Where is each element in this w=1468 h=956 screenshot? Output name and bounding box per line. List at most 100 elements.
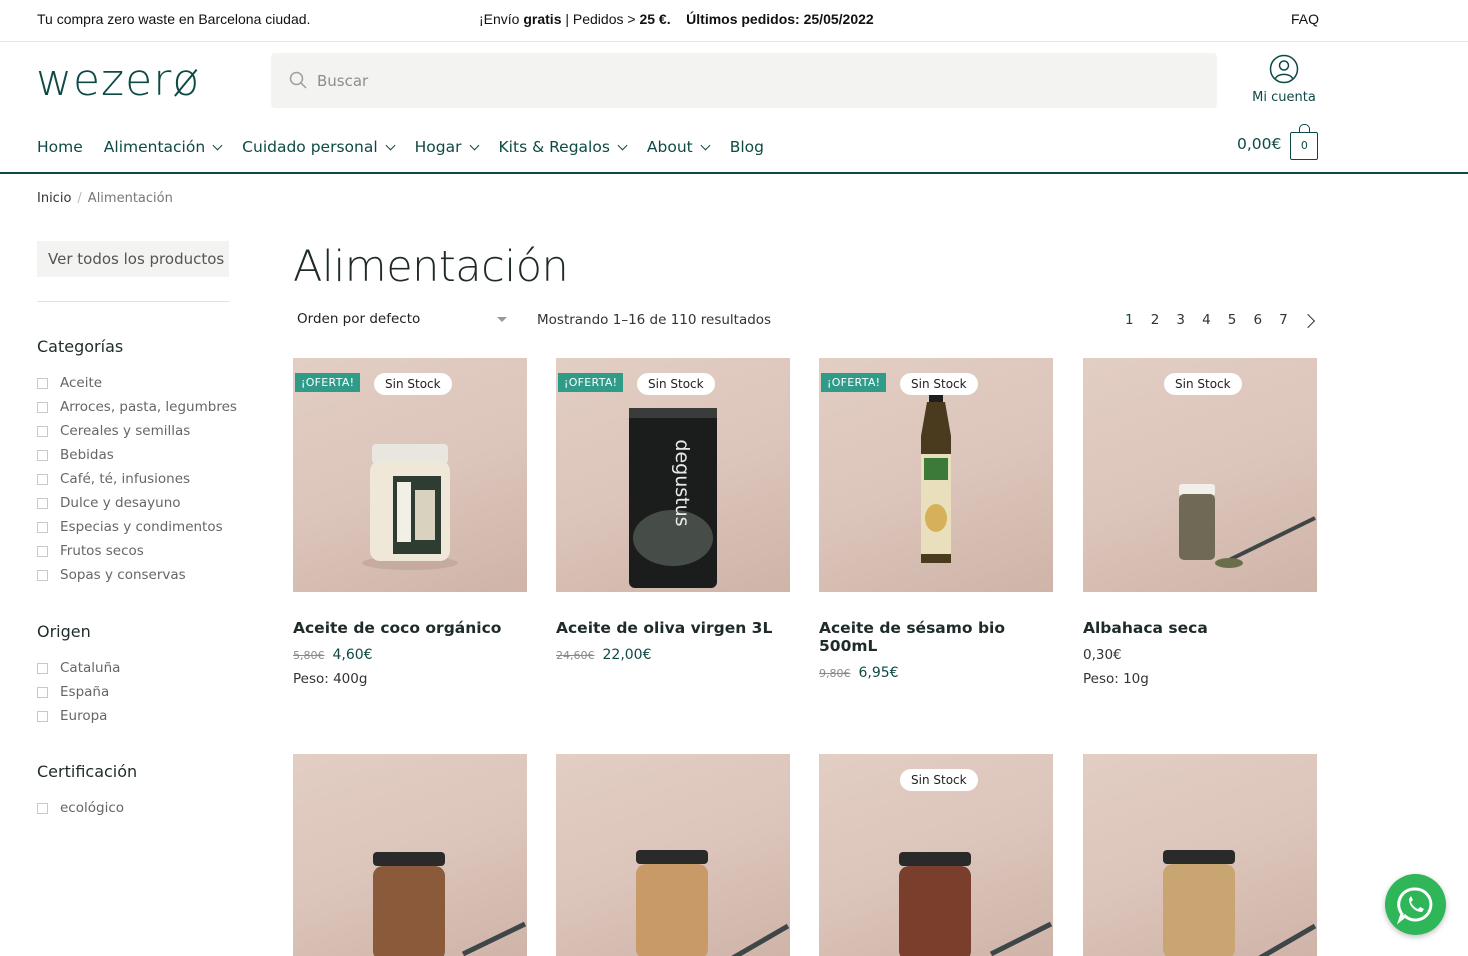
results-count: Mostrando 1–16 de 110 resultados	[537, 312, 772, 328]
product-card[interactable]	[293, 754, 527, 956]
nav-item-kits-regalos[interactable]: Kits & Regalos	[499, 136, 628, 158]
user-circle-icon	[1269, 54, 1299, 84]
page-link-6[interactable]: 6	[1249, 312, 1275, 328]
page-link-2[interactable]: 2	[1147, 312, 1173, 328]
product-image-nuts[interactable]: Sin Stock	[819, 754, 1053, 956]
orderby-select[interactable]: Orden por defecto	[293, 311, 513, 331]
product-card[interactable]: ¡OFERTA! Sin Stock Aceite de sésamo bio …	[819, 358, 1053, 681]
filter-item[interactable]: Cataluña	[37, 656, 120, 680]
sale-price: 6,95€	[858, 665, 899, 681]
product-price: 5,80€ 4,60€	[293, 647, 527, 663]
logo[interactable]: wezerø	[36, 56, 200, 106]
nav-item-cuidado-personal[interactable]: Cuidado personal	[242, 136, 396, 158]
product-name[interactable]: Aceite de oliva virgen 3L	[556, 619, 790, 637]
product-name[interactable]: Aceite de coco orgánico	[293, 619, 527, 637]
search-bar[interactable]	[271, 53, 1217, 108]
checkbox[interactable]	[37, 497, 48, 509]
certification-title: Certificación	[37, 762, 138, 781]
sidebar-divider	[37, 301, 229, 302]
checkbox[interactable]	[37, 662, 48, 674]
filter-item[interactable]: Café, té, infusiones	[37, 467, 237, 491]
product-image-coconut-oil[interactable]: ¡OFERTA! Sin Stock	[293, 358, 527, 592]
nav-item-home[interactable]: Home	[37, 136, 83, 158]
account-link[interactable]: Mi cuenta	[1248, 54, 1320, 105]
checkbox[interactable]	[37, 569, 48, 581]
checkbox[interactable]	[37, 802, 48, 814]
filter-item[interactable]: Sopas y conservas	[37, 563, 237, 587]
stock-badge: Sin Stock	[900, 769, 978, 791]
product-image-basil[interactable]: Sin Stock	[1083, 358, 1317, 592]
page-link-1[interactable]: 1	[1121, 312, 1147, 328]
tin-brand-text: degustus	[671, 439, 693, 526]
product-card[interactable]: ¡OFERTA! Sin Stock Aceite de coco orgáni…	[293, 358, 527, 687]
product-name[interactable]: Aceite de sésamo bio 500mL	[819, 619, 1053, 655]
shipping-info: ¡Envío gratis | Pedidos > 25 €. Últimos …	[479, 11, 874, 27]
filter-item[interactable]: Aceite	[37, 371, 237, 395]
all-products-button[interactable]: Ver todos los productos	[37, 241, 229, 277]
filter-item[interactable]: Cereales y semillas	[37, 419, 237, 443]
product-image-nuts[interactable]	[293, 754, 527, 956]
origin-title: Origen	[37, 622, 91, 641]
page-link-7[interactable]: 7	[1275, 312, 1301, 328]
cart-link[interactable]: 0,00€ 0	[1237, 124, 1319, 160]
page-link-3[interactable]: 3	[1172, 312, 1198, 328]
stock-badge: Sin Stock	[374, 373, 452, 395]
checkbox[interactable]	[37, 425, 48, 437]
sale-price: 4,60€	[332, 647, 373, 663]
breadcrumb: Inicio / Alimentación	[37, 191, 173, 206]
nav-item-hogar[interactable]: Hogar	[415, 136, 479, 158]
search-input[interactable]	[317, 53, 1197, 108]
checkbox[interactable]	[37, 710, 48, 722]
top-bar: Tu compra zero waste en Barcelona ciudad…	[0, 0, 1468, 42]
product-card[interactable]: Sin Stock Albahaca seca 0,30€ Peso: 10g	[1083, 358, 1317, 687]
nav-item-alimentacion[interactable]: Alimentación	[104, 136, 223, 158]
faq-link[interactable]: FAQ	[1291, 11, 1319, 27]
checkbox[interactable]	[37, 521, 48, 533]
checkbox[interactable]	[37, 545, 48, 557]
product-image-nuts[interactable]	[1083, 754, 1317, 956]
certification-filter-list: ecológico	[37, 796, 124, 820]
page-link-5[interactable]: 5	[1224, 312, 1250, 328]
filter-item[interactable]: Europa	[37, 704, 120, 728]
product-image-sesame-oil[interactable]: ¡OFERTA! Sin Stock	[819, 358, 1053, 592]
checkbox[interactable]	[37, 473, 48, 485]
filter-item[interactable]: Bebidas	[37, 443, 237, 467]
nav-item-about[interactable]: About	[647, 136, 711, 158]
whatsapp-button[interactable]	[1385, 874, 1446, 935]
page-link-4[interactable]: 4	[1198, 312, 1224, 328]
checkbox[interactable]	[37, 401, 48, 413]
origin-filter-list: Cataluña España Europa	[37, 656, 120, 728]
breadcrumb-home[interactable]: Inicio	[37, 191, 71, 206]
filter-item[interactable]: ecológico	[37, 796, 124, 820]
main-nav: Home Alimentación Cuidado personal Hogar…	[37, 136, 785, 158]
product-name[interactable]: Albahaca seca	[1083, 619, 1317, 637]
promo-text: Tu compra zero waste en Barcelona ciudad…	[37, 11, 311, 27]
categories-filter-list: Aceite Arroces, pasta, legumbres Cereale…	[37, 371, 237, 587]
checkbox[interactable]	[37, 377, 48, 389]
oferta-badge: ¡OFERTA!	[295, 373, 361, 392]
categories-title: Categorías	[37, 337, 124, 356]
checkbox[interactable]	[37, 449, 48, 461]
nav-item-blog[interactable]: Blog	[730, 136, 764, 158]
product-card[interactable]: degustus ¡OFERTA! Sin Stock Aceite de ol…	[556, 358, 790, 663]
product-card[interactable]	[1083, 754, 1317, 956]
filter-item[interactable]: España	[37, 680, 120, 704]
nuts-jar-illustration	[373, 852, 527, 956]
chevron-down-icon	[385, 140, 396, 150]
filter-item[interactable]: Dulce y desayuno	[37, 491, 237, 515]
oferta-badge: ¡OFERTA!	[821, 373, 887, 392]
orderby-value: Orden por defecto	[297, 311, 421, 327]
product-card[interactable]: Sin Stock	[819, 754, 1053, 956]
chevron-right-icon[interactable]	[1300, 313, 1315, 329]
last-orders: Últimos pedidos: 25/05/2022	[686, 11, 874, 27]
filter-item[interactable]: Arroces, pasta, legumbres	[37, 395, 237, 419]
product-price: 9,80€ 6,95€	[819, 665, 1053, 681]
product-image-nuts[interactable]	[556, 754, 790, 956]
filter-item[interactable]: Especias y condimentos	[37, 515, 237, 539]
product-image-olive-oil[interactable]: degustus ¡OFERTA! Sin Stock	[556, 358, 790, 592]
checkbox[interactable]	[37, 686, 48, 698]
product-card[interactable]	[556, 754, 790, 956]
filter-item[interactable]: Frutos secos	[37, 539, 237, 563]
sale-price: 22,00€	[602, 647, 652, 663]
search-icon	[289, 71, 307, 89]
